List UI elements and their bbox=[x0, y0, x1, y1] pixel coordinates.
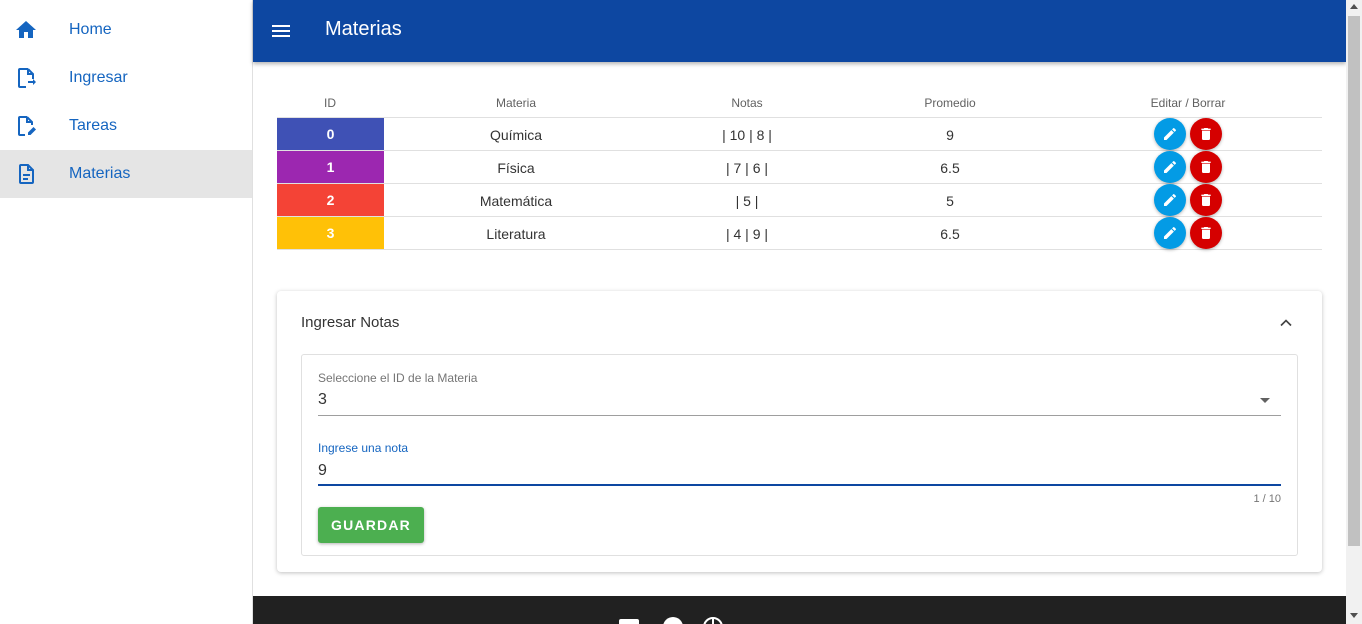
id-value: 1 bbox=[326, 159, 335, 175]
notas-cell: | 4 | 9 | bbox=[725, 226, 769, 242]
materia-cell: Física bbox=[497, 160, 535, 176]
notas-cell: | 5 | bbox=[735, 193, 759, 209]
footer-link-icon[interactable] bbox=[702, 616, 724, 624]
sidebar: Home Ingresar Tareas Materias bbox=[0, 0, 253, 624]
trash-icon bbox=[1201, 161, 1211, 173]
chevron-up-icon[interactable] bbox=[1276, 313, 1296, 333]
notas-cell: | 10 | 8 | bbox=[722, 127, 772, 143]
select-underline bbox=[318, 415, 1281, 416]
delete-button[interactable] bbox=[1190, 217, 1222, 249]
sidebar-item-label: Home bbox=[69, 21, 112, 38]
id-cell: 1 bbox=[277, 151, 384, 183]
footer bbox=[253, 596, 1346, 624]
edit-button[interactable] bbox=[1154, 118, 1186, 150]
page-title: Materias bbox=[325, 18, 402, 40]
id-value: 0 bbox=[326, 126, 335, 142]
materia-id-select[interactable] bbox=[318, 369, 1281, 415]
pencil-icon bbox=[1164, 160, 1176, 173]
column-header-id: ID bbox=[324, 96, 336, 110]
trash-icon bbox=[1201, 194, 1211, 206]
table-row: 1 Física | 7 | 6 | 6.5 bbox=[277, 151, 1322, 184]
column-header-notas: Notas bbox=[731, 96, 763, 110]
pencil-icon bbox=[1164, 127, 1176, 140]
pencil-icon bbox=[1164, 226, 1176, 239]
id-cell: 0 bbox=[277, 118, 384, 150]
column-header-editar-borrar: Editar / Borrar bbox=[1150, 96, 1226, 110]
table-row: 0 Química | 10 | 8 | 9 bbox=[277, 118, 1322, 151]
sidebar-item-ingresar[interactable]: Ingresar bbox=[0, 54, 252, 102]
scroll-up-arrow-icon[interactable] bbox=[1350, 4, 1358, 9]
scrollbar[interactable] bbox=[1346, 0, 1362, 624]
delete-button[interactable] bbox=[1190, 118, 1222, 150]
file-edit-icon bbox=[18, 116, 36, 136]
edit-button[interactable] bbox=[1154, 151, 1186, 183]
save-button[interactable]: GUARDAR bbox=[318, 507, 424, 543]
sidebar-item-home[interactable]: Home bbox=[0, 6, 252, 54]
id-cell: 2 bbox=[277, 184, 384, 216]
ingresar-notas-panel: Ingresar Notas Seleccione el ID de la Ma… bbox=[277, 291, 1322, 572]
panel-title[interactable]: Ingresar Notas bbox=[301, 314, 399, 331]
app-bar: Materias bbox=[253, 0, 1346, 62]
home-icon bbox=[16, 21, 36, 38]
delete-button[interactable] bbox=[1190, 184, 1222, 216]
table-row: 2 Matemática | 5 | 5 bbox=[277, 184, 1322, 217]
dropdown-arrow-icon[interactable] bbox=[1260, 398, 1270, 403]
char-counter: 1 / 10 bbox=[1253, 493, 1281, 505]
promedio-cell: 6.5 bbox=[940, 226, 960, 242]
table-header: ID Materia Notas Promedio Editar / Borra… bbox=[277, 90, 1322, 118]
trash-icon bbox=[1201, 227, 1211, 239]
input-underline bbox=[318, 484, 1281, 486]
id-value: 3 bbox=[326, 225, 335, 241]
footer-link-icon[interactable] bbox=[662, 616, 684, 624]
sidebar-item-materias[interactable]: Materias bbox=[0, 150, 252, 198]
column-header-promedio: Promedio bbox=[924, 96, 976, 110]
id-value: 2 bbox=[326, 192, 335, 208]
sidebar-item-tareas[interactable]: Tareas bbox=[0, 102, 252, 150]
sidebar-item-label: Materias bbox=[69, 165, 131, 182]
id-cell: 3 bbox=[277, 217, 384, 249]
sidebar-item-label: Ingresar bbox=[69, 69, 128, 86]
materia-cell: Literatura bbox=[486, 226, 546, 242]
file-document-icon bbox=[19, 164, 34, 184]
nota-input[interactable] bbox=[318, 458, 1281, 484]
input-label: Ingrese una nota bbox=[318, 441, 409, 455]
promedio-cell: 9 bbox=[946, 127, 954, 143]
footer-link-icon[interactable] bbox=[618, 616, 640, 624]
notas-form: Seleccione el ID de la Materia 3 Ingrese… bbox=[301, 354, 1298, 556]
subjects-table: ID Materia Notas Promedio Editar / Borra… bbox=[277, 90, 1322, 250]
edit-button[interactable] bbox=[1154, 184, 1186, 216]
scroll-down-arrow-icon[interactable] bbox=[1350, 613, 1358, 618]
trash-icon bbox=[1201, 128, 1211, 140]
materia-cell: Química bbox=[489, 127, 543, 143]
delete-button[interactable] bbox=[1190, 151, 1222, 183]
edit-button[interactable] bbox=[1154, 217, 1186, 249]
menu-icon[interactable] bbox=[269, 19, 293, 43]
table-row: 3 Literatura | 4 | 9 | 6.5 bbox=[277, 217, 1322, 250]
promedio-cell: 6.5 bbox=[940, 160, 960, 176]
scrollbar-thumb[interactable] bbox=[1348, 16, 1360, 546]
promedio-cell: 5 bbox=[946, 193, 954, 209]
materia-cell: Matemática bbox=[479, 193, 553, 209]
pencil-icon bbox=[1164, 193, 1176, 206]
notas-cell: | 7 | 6 | bbox=[725, 160, 769, 176]
sidebar-item-label: Tareas bbox=[69, 117, 118, 134]
file-import-icon bbox=[18, 68, 36, 88]
column-header-materia: Materia bbox=[495, 96, 537, 110]
